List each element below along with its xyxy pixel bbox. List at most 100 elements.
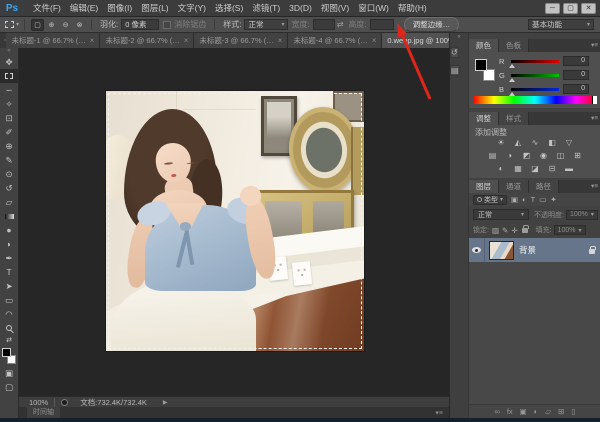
channel-mixer-icon[interactable]: ◫	[555, 151, 567, 161]
invert-icon[interactable]: ◐	[495, 164, 507, 174]
fill-field[interactable]: 100% ▾	[554, 225, 586, 235]
red-slider[interactable]	[511, 60, 559, 63]
adjustment-layer-icon[interactable]: ◐	[534, 407, 539, 416]
refine-edge-button[interactable]: 调整边缘…	[404, 17, 460, 32]
foreground-color-swatch[interactable]	[475, 59, 487, 71]
menu-layer[interactable]: 图层(L)	[141, 0, 168, 17]
filter-pixel-layers-icon[interactable]: ▣	[511, 195, 518, 204]
filter-shape-layers-icon[interactable]: ▭	[539, 195, 546, 204]
red-value-field[interactable]: 0	[563, 56, 589, 66]
posterize-icon[interactable]: ▦	[512, 164, 524, 174]
tab-styles[interactable]: 样式	[499, 112, 529, 125]
intersect-selection-button[interactable]: ⊗	[73, 19, 86, 31]
link-layers-icon[interactable]: ∞	[494, 407, 499, 416]
style-select[interactable]: 正常 ▾	[244, 19, 288, 30]
antialias-checkbox[interactable]	[163, 21, 171, 29]
layer-mask-icon[interactable]: ▣	[520, 407, 527, 416]
timeline-menu-icon[interactable]: ▾≡	[435, 409, 443, 417]
maximize-button[interactable]: ▢	[563, 3, 578, 14]
layer-group-icon[interactable]: ▱	[545, 407, 551, 416]
menu-view[interactable]: 视图(V)	[321, 0, 349, 17]
selective-color-icon[interactable]: ⊟	[546, 164, 558, 174]
tab-timeline[interactable]: 时间轴	[27, 407, 60, 418]
slider-marker-icon[interactable]	[509, 92, 515, 96]
tab-untitled-1[interactable]: 未标题-1 @ 66.7% (… ×	[6, 33, 100, 48]
panel-menu-icon[interactable]: ▾≡	[591, 39, 600, 52]
delete-layer-icon[interactable]: ▯	[571, 407, 575, 416]
status-options-arrow-icon[interactable]: ▶	[163, 399, 168, 406]
filter-smart-objects-icon[interactable]: ✦	[550, 195, 556, 204]
exposure-icon[interactable]: ◧	[546, 138, 558, 148]
zoom-level-field[interactable]: 100%	[29, 398, 48, 407]
spot-healing-brush-tool[interactable]: ⊕	[0, 139, 19, 153]
lock-position-icon[interactable]: ✛	[511, 226, 517, 235]
close-icon[interactable]: ×	[184, 36, 189, 45]
eraser-tool[interactable]: ▱	[0, 195, 19, 209]
levels-icon[interactable]: ◭	[512, 138, 524, 148]
tab-adjustments[interactable]: 调整	[469, 112, 499, 125]
blur-tool[interactable]: ●	[0, 223, 19, 237]
menu-file[interactable]: 文件(F)	[33, 0, 61, 17]
blue-value-field[interactable]: 0	[563, 84, 589, 94]
properties-panel-icon[interactable]: ▤	[450, 65, 460, 76]
menu-edit[interactable]: 编辑(E)	[70, 0, 98, 17]
photo-filter-icon[interactable]: ◉	[538, 151, 550, 161]
spectrum-white-end[interactable]	[592, 96, 597, 104]
document-canvas[interactable]	[106, 91, 364, 351]
gradient-map-icon[interactable]: ▬	[563, 164, 575, 174]
hue-saturation-icon[interactable]: ▤	[487, 151, 499, 161]
quick-mask-button[interactable]: ▣	[0, 366, 19, 380]
eyedropper-tool[interactable]: ✐	[0, 125, 19, 139]
close-button[interactable]: ✕	[581, 3, 596, 14]
swap-colors-icon[interactable]: ⇄	[0, 335, 19, 346]
menu-3d[interactable]: 3D(D)	[289, 0, 312, 17]
screen-mode-button[interactable]: ▢	[0, 380, 19, 394]
color-panel-swatches[interactable]	[474, 59, 496, 81]
collapse-toolbar-icon[interactable]: «	[7, 48, 10, 55]
filter-adjustment-layers-icon[interactable]: ◐	[522, 195, 527, 204]
green-slider[interactable]	[511, 74, 559, 77]
clone-stamp-tool[interactable]: ⊙	[0, 167, 19, 181]
workspace-select[interactable]: 基本功能 ▾	[528, 19, 594, 30]
menu-select[interactable]: 选择(S)	[215, 0, 243, 17]
layer-style-icon[interactable]: fx	[507, 407, 513, 416]
add-selection-button[interactable]: ⊕	[45, 19, 58, 31]
hand-tool[interactable]: ◠	[0, 307, 19, 321]
crop-tool[interactable]: ⊡	[0, 111, 19, 125]
filter-type-layers-icon[interactable]: T	[531, 195, 536, 204]
tab-untitled-3[interactable]: 未标题-3 @ 66.7% (… ×	[194, 33, 288, 48]
foreground-background-swatches[interactable]	[1, 348, 17, 364]
tab-paths[interactable]: 路径	[529, 180, 559, 193]
shape-tool[interactable]: ▭	[0, 293, 19, 307]
menu-filter[interactable]: 滤镜(T)	[252, 0, 280, 17]
blend-mode-select[interactable]: 正常 ▾	[473, 209, 529, 220]
slider-marker-icon[interactable]	[509, 78, 515, 82]
tab-channels[interactable]: 通道	[499, 180, 529, 193]
black-white-icon[interactable]: ◩	[521, 151, 533, 161]
threshold-icon[interactable]: ◪	[529, 164, 541, 174]
height-input[interactable]	[370, 19, 394, 30]
dodge-tool[interactable]: ◗	[0, 237, 19, 251]
minimize-button[interactable]: ─	[545, 3, 560, 14]
new-selection-button[interactable]: ▢	[31, 19, 44, 31]
panel-menu-icon[interactable]: ▾≡	[591, 180, 600, 193]
move-tool[interactable]: ✥	[0, 55, 19, 69]
quick-selection-tool[interactable]: ✧	[0, 97, 19, 111]
tab-color[interactable]: 颜色	[469, 39, 499, 52]
lock-all-icon[interactable]	[522, 228, 528, 233]
pen-tool[interactable]: ✒	[0, 251, 19, 265]
width-input[interactable]	[313, 19, 335, 30]
tab-layers[interactable]: 图层	[469, 180, 499, 193]
layer-thumbnail[interactable]	[489, 241, 514, 260]
foreground-color-swatch[interactable]	[2, 348, 11, 357]
type-tool[interactable]: T	[0, 265, 19, 279]
tab-untitled-2[interactable]: 未标题-2 @ 66.7% (… ×	[100, 33, 194, 48]
history-panel-icon[interactable]: ↺	[450, 47, 459, 58]
tab-swatches[interactable]: 色板	[499, 39, 529, 52]
layer-filter-kind-select[interactable]: 类型 ▾	[473, 195, 507, 205]
close-icon[interactable]: ×	[372, 36, 377, 45]
tab-untitled-4[interactable]: 未标题-4 @ 66.7% (… ×	[288, 33, 382, 48]
expand-panels-icon[interactable]: «	[450, 33, 468, 42]
slider-marker-icon[interactable]	[509, 64, 515, 68]
close-icon[interactable]: ×	[90, 36, 95, 45]
